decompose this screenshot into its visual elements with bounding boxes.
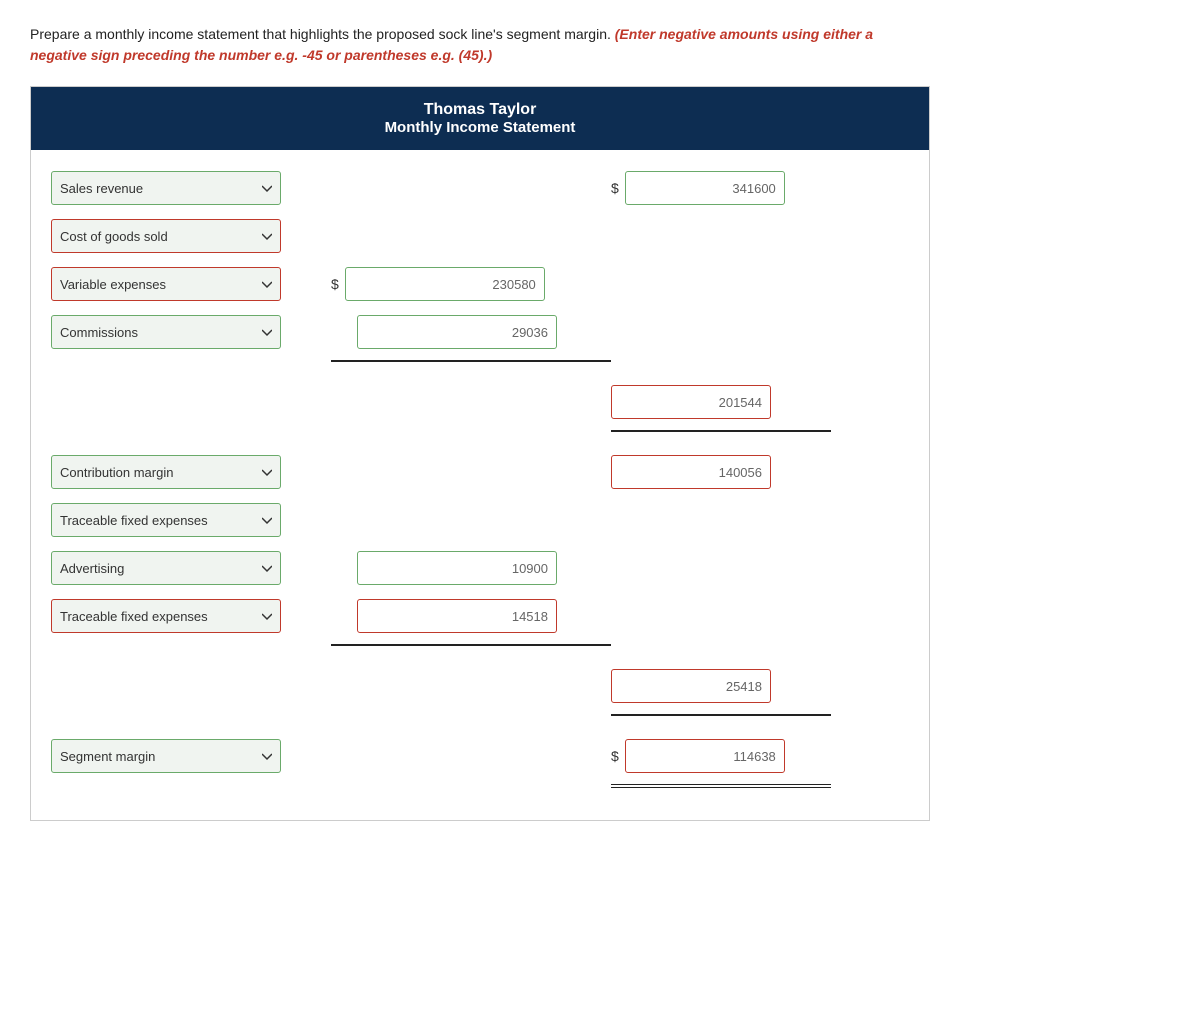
input-variable-expenses[interactable] (345, 267, 545, 301)
dollar-sign-var: $ (331, 276, 339, 292)
underline-right-2 (51, 714, 909, 716)
select-traceable1[interactable]: Traceable fixed expenses Sales revenue C… (51, 503, 281, 537)
label-col-sales: Sales revenue Cost of goods sold Variabl… (51, 171, 331, 205)
row-contribution-margin: Contribution margin Sales revenue Cost o… (51, 452, 909, 492)
select-segment-margin[interactable]: Segment margin Sales revenue Cost of goo… (51, 739, 281, 773)
statement-body: Sales revenue Cost of goods sold Variabl… (31, 150, 929, 820)
input-subtotal1[interactable] (611, 385, 771, 419)
row-subtotal1 (51, 382, 909, 422)
row-traceable1: Traceable fixed expenses Sales revenue C… (51, 500, 909, 540)
label-col-cogs: Cost of goods sold Sales revenue Variabl… (51, 219, 331, 253)
statement-title: Monthly Income Statement (41, 119, 919, 136)
select-variable-expenses[interactable]: Variable expenses Sales revenue Cost of … (51, 267, 281, 301)
select-traceable2[interactable]: Traceable fixed expenses Sales revenue C… (51, 599, 281, 633)
company-name: Thomas Taylor (41, 101, 919, 119)
label-col-sm: Segment margin Sales revenue Cost of goo… (51, 739, 331, 773)
intro-text-main: Prepare a monthly income statement that … (30, 26, 615, 42)
intro-paragraph: Prepare a monthly income statement that … (30, 24, 930, 66)
double-underline-line (611, 784, 831, 788)
row-advertising: Advertising Sales revenue Cost of goods … (51, 548, 909, 588)
right-col-sub1 (611, 385, 831, 419)
row-variable-expenses: Variable expenses Sales revenue Cost of … (51, 264, 909, 304)
input-subtotal2[interactable] (611, 669, 771, 703)
underline-mid-1 (51, 360, 909, 362)
underline-right-1 (51, 430, 909, 432)
underline-mid-line-2 (331, 644, 611, 646)
label-col-tr2: Traceable fixed expenses Sales revenue C… (51, 599, 331, 633)
underline-mid-2 (51, 644, 909, 646)
row-segment-margin: Segment margin Sales revenue Cost of goo… (51, 736, 909, 776)
input-commissions[interactable] (357, 315, 557, 349)
mid-col-var: $ (331, 267, 611, 301)
row-sales-revenue: Sales revenue Cost of goods sold Variabl… (51, 168, 909, 208)
mid-col-tr2 (331, 599, 611, 633)
row-commissions: Commissions Sales revenue Cost of goods … (51, 312, 909, 352)
input-sales-revenue[interactable] (625, 171, 785, 205)
right-col-sales: $ (611, 171, 831, 205)
label-col-comm: Commissions Sales revenue Cost of goods … (51, 315, 331, 349)
select-contribution-margin[interactable]: Contribution margin Sales revenue Cost o… (51, 455, 281, 489)
dollar-sign-sales: $ (611, 180, 619, 196)
input-advertising[interactable] (357, 551, 557, 585)
select-cogs[interactable]: Cost of goods sold Sales revenue Variabl… (51, 219, 281, 253)
statement-header: Thomas Taylor Monthly Income Statement (31, 87, 929, 150)
select-advertising[interactable]: Advertising Sales revenue Cost of goods … (51, 551, 281, 585)
input-contribution-margin[interactable] (611, 455, 771, 489)
underline-right-line-1 (611, 430, 831, 432)
row-subtotal2 (51, 666, 909, 706)
dollar-sign-sm: $ (611, 748, 619, 764)
label-col-var: Variable expenses Sales revenue Cost of … (51, 267, 331, 301)
double-underline-right (51, 784, 909, 788)
right-col-sm: $ (611, 739, 831, 773)
right-col-sub2 (611, 669, 831, 703)
mid-col-adv (331, 551, 611, 585)
right-col-cm (611, 455, 831, 489)
label-col-adv: Advertising Sales revenue Cost of goods … (51, 551, 331, 585)
row-cogs: Cost of goods sold Sales revenue Variabl… (51, 216, 909, 256)
row-traceable2: Traceable fixed expenses Sales revenue C… (51, 596, 909, 636)
label-col-cm: Contribution margin Sales revenue Cost o… (51, 455, 331, 489)
input-traceable2[interactable] (357, 599, 557, 633)
select-sales-revenue[interactable]: Sales revenue Cost of goods sold Variabl… (51, 171, 281, 205)
input-segment-margin[interactable] (625, 739, 785, 773)
underline-mid-line-1 (331, 360, 611, 362)
underline-right-line-2 (611, 714, 831, 716)
select-commissions[interactable]: Commissions Sales revenue Cost of goods … (51, 315, 281, 349)
income-statement: Thomas Taylor Monthly Income Statement S… (30, 86, 930, 821)
label-col-tr1: Traceable fixed expenses Sales revenue C… (51, 503, 331, 537)
mid-col-comm (331, 315, 611, 349)
